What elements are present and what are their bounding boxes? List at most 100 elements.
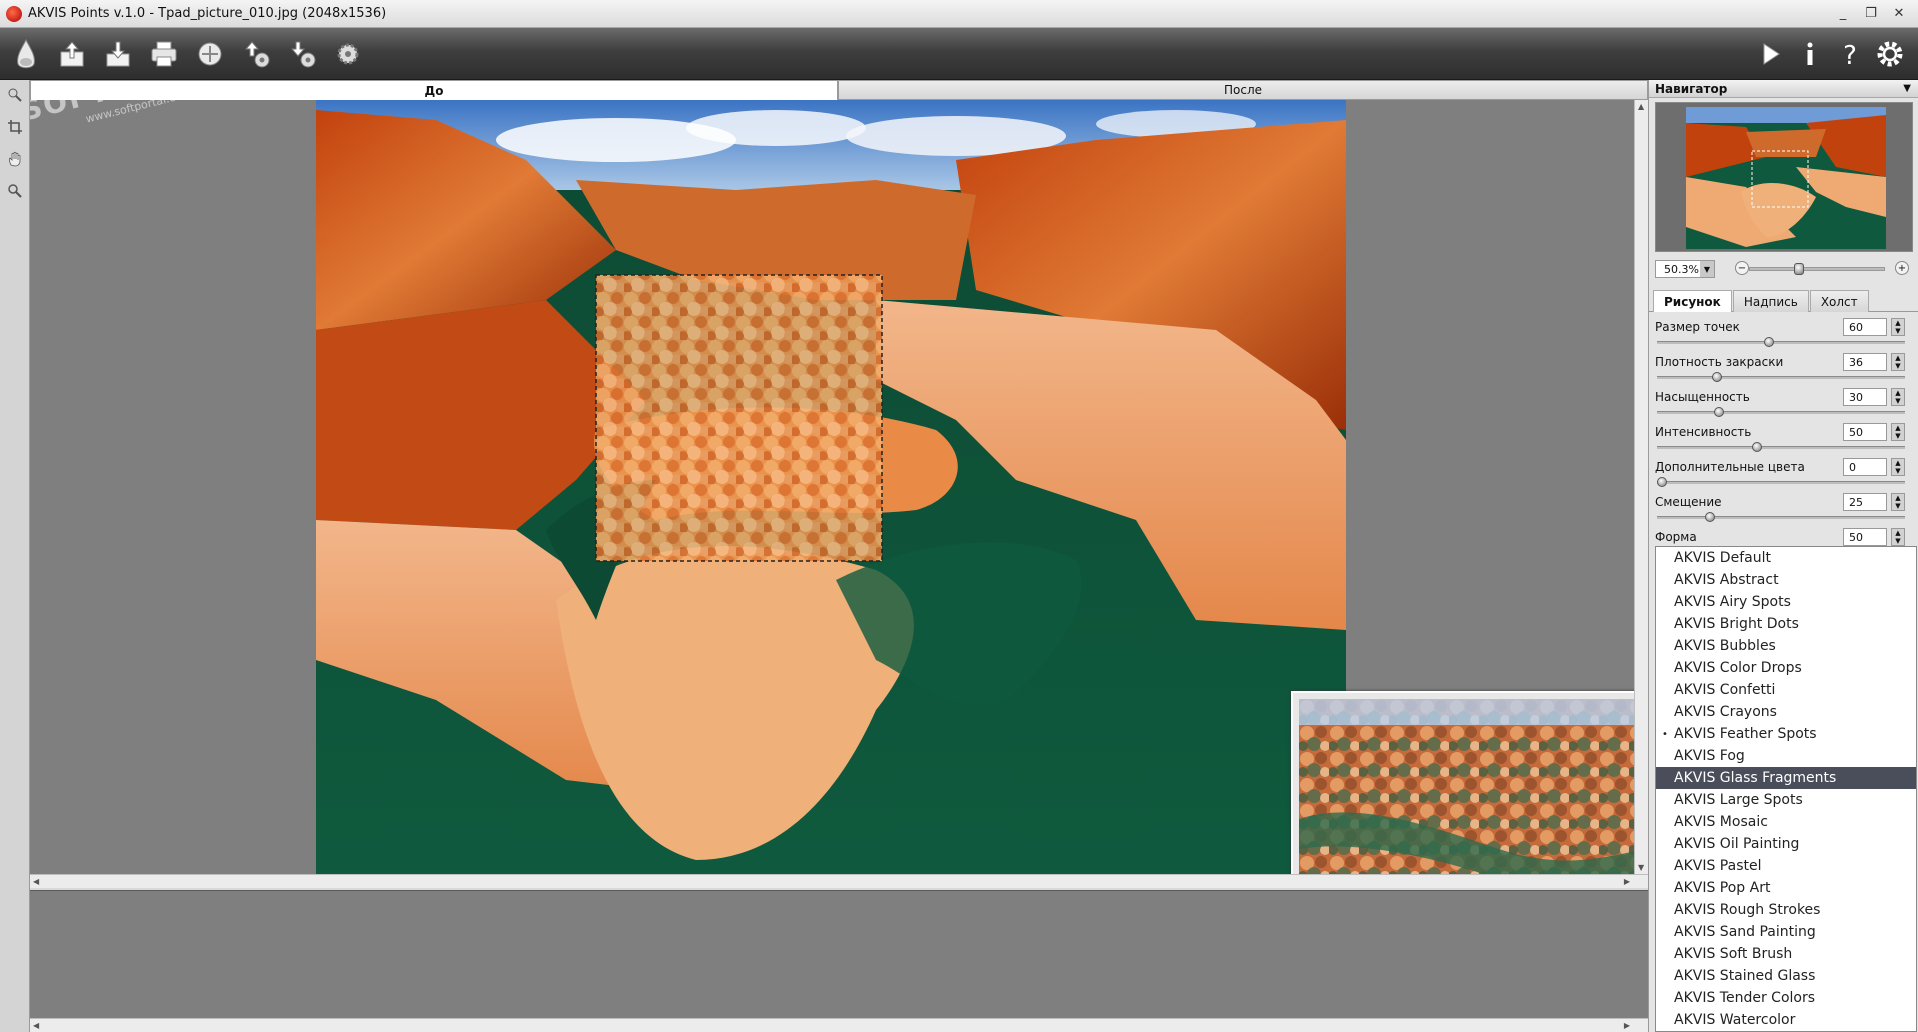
tab-picture[interactable]: Рисунок — [1653, 290, 1732, 312]
bottom-panel — [30, 890, 1648, 1018]
zoom-out-button[interactable]: − — [1735, 261, 1749, 275]
maximize-button[interactable]: ❐ — [1860, 3, 1882, 23]
param-slider[interactable] — [1657, 376, 1905, 379]
image-canvas[interactable]: SOFTPORTAL www.softportal.com — [30, 100, 1634, 874]
preset-item[interactable]: AKVIS Sand Painting — [1656, 921, 1916, 943]
preset-item[interactable]: AKVIS Abstract — [1656, 569, 1916, 591]
preset-item[interactable]: AKVIS Large Spots — [1656, 789, 1916, 811]
preset-item[interactable]: AKVIS Rough Strokes — [1656, 899, 1916, 921]
zoom-in-button[interactable]: + — [1895, 261, 1909, 275]
preset-item[interactable]: AKVIS Tender Colors — [1656, 987, 1916, 1009]
open-icon[interactable] — [54, 36, 90, 72]
param-value-input[interactable]: 36 — [1843, 353, 1887, 371]
hand-tool-icon[interactable] — [4, 148, 26, 170]
preset-item[interactable]: AKVIS Color Drops — [1656, 657, 1916, 679]
preset-item[interactable]: AKVIS Airy Spots — [1656, 591, 1916, 613]
preferences-icon[interactable] — [1872, 36, 1908, 72]
zoom-slider-thumb[interactable] — [1794, 263, 1804, 275]
canvas-horizontal-scrollbar[interactable]: ◀ ▶ — [30, 874, 1648, 888]
close-button[interactable]: ✕ — [1888, 3, 1910, 23]
param-spinner[interactable]: ▲ ▼ — [1891, 493, 1905, 511]
param-label: Интенсивность — [1655, 425, 1752, 439]
param-slider-thumb[interactable] — [1657, 477, 1667, 487]
param-slider-thumb[interactable] — [1704, 512, 1715, 522]
preset-item[interactable]: AKVIS Fog — [1656, 745, 1916, 767]
settings-panel: Навигатор ▼ 50.3% ▼ − + Рисунок Надпись — [1648, 80, 1918, 1032]
param-slider-thumb[interactable] — [1764, 337, 1775, 347]
tab-canvas[interactable]: Холст — [1809, 290, 1869, 312]
zoom-slider[interactable] — [1749, 263, 1885, 275]
preset-label: AKVIS Abstract — [1674, 572, 1779, 588]
preset-item[interactable]: AKVIS Glass Fragments — [1656, 767, 1916, 789]
preview-window[interactable] — [1291, 691, 1634, 874]
help-icon[interactable]: ? — [1832, 36, 1868, 72]
param-value-input[interactable]: 50 — [1843, 423, 1887, 441]
title-bar: AKVIS Points v.1.0 - Tpad_picture_010.jp… — [0, 0, 1918, 28]
preset-item[interactable]: AKVIS Default — [1656, 547, 1916, 569]
param-slider[interactable] — [1657, 411, 1905, 414]
param-slider[interactable] — [1657, 481, 1905, 484]
param-value-input[interactable]: 30 — [1843, 388, 1887, 406]
preset-item[interactable]: AKVIS Pop Art — [1656, 877, 1916, 899]
info-icon[interactable] — [1792, 36, 1828, 72]
param-spinner[interactable]: ▲ ▼ — [1891, 353, 1905, 371]
share-icon[interactable] — [192, 36, 228, 72]
param-spinner[interactable]: ▲ ▼ — [1891, 458, 1905, 476]
zoom-tool-icon[interactable] — [4, 180, 26, 202]
param-label: Размер точек — [1655, 320, 1740, 334]
run-icon[interactable] — [1752, 36, 1788, 72]
preset-item[interactable]: AKVIS Stained Glass — [1656, 965, 1916, 987]
preset-item[interactable]: AKVIS Soft Brush — [1656, 943, 1916, 965]
preset-item[interactable]: AKVIS Confetti — [1656, 679, 1916, 701]
preset-label: AKVIS Oil Painting — [1674, 836, 1800, 852]
print-icon[interactable] — [146, 36, 182, 72]
preset-dropdown-list[interactable]: AKVIS Default AKVIS Abstract AKVIS Airy Sp… — [1655, 546, 1917, 1032]
navigator-header[interactable]: Навигатор ▼ — [1649, 80, 1918, 98]
navigator-preview[interactable] — [1655, 102, 1913, 252]
minimize-button[interactable]: _ — [1832, 3, 1854, 23]
param-spinner[interactable]: ▲ ▼ — [1891, 528, 1905, 546]
param-slider[interactable] — [1657, 341, 1905, 344]
preset-item[interactable]: AKVIS Watercolor — [1656, 1009, 1916, 1031]
settings-batch-icon[interactable] — [330, 36, 366, 72]
param-value-input[interactable]: 60 — [1843, 318, 1887, 336]
param-value-input[interactable]: 25 — [1843, 493, 1887, 511]
import-presets-icon[interactable] — [238, 36, 274, 72]
param-spinner[interactable]: ▲ ▼ — [1891, 388, 1905, 406]
preset-item[interactable]: • AKVIS Feather Spots — [1656, 723, 1916, 745]
param-value-input[interactable]: 0 — [1843, 458, 1887, 476]
param-spinner[interactable]: ▲ ▼ — [1891, 423, 1905, 441]
preset-item[interactable]: AKVIS Mosaic — [1656, 811, 1916, 833]
app-logo-icon — [6, 5, 22, 22]
param-slider-thumb[interactable] — [1714, 407, 1725, 417]
export-presets-icon[interactable] — [284, 36, 320, 72]
brush-tool-icon[interactable] — [4, 84, 26, 106]
tab-text[interactable]: Надпись — [1732, 290, 1809, 312]
navigator-thumbnail[interactable] — [1686, 107, 1886, 249]
preset-item[interactable]: AKVIS Bubbles — [1656, 635, 1916, 657]
param-value-input[interactable]: 50 — [1843, 528, 1887, 546]
zoom-select[interactable]: 50.3% ▼ — [1655, 260, 1715, 278]
preset-item[interactable]: AKVIS Crayons — [1656, 701, 1916, 723]
bottom-horizontal-scrollbar[interactable]: ◀ ▶ — [30, 1018, 1648, 1032]
preset-item[interactable]: AKVIS Bright Dots — [1656, 613, 1916, 635]
canvas-vertical-scrollbar[interactable]: ▲ ▼ — [1634, 100, 1648, 874]
source-photo — [316, 100, 1346, 874]
param-slider-thumb[interactable] — [1752, 442, 1763, 452]
tab-before[interactable]: До — [30, 80, 838, 100]
save-icon[interactable] — [100, 36, 136, 72]
parameter-list: Размер точек 60 ▲ ▼ Плотность закраски 36… — [1649, 316, 1918, 561]
preset-label: AKVIS Large Spots — [1674, 792, 1803, 808]
param-slider[interactable] — [1657, 446, 1905, 449]
param-slider-thumb[interactable] — [1711, 372, 1722, 382]
crop-tool-icon[interactable] — [4, 116, 26, 138]
param-spinner[interactable]: ▲ ▼ — [1891, 318, 1905, 336]
preset-item[interactable]: AKVIS Pastel — [1656, 855, 1916, 877]
tab-after[interactable]: После — [838, 80, 1648, 100]
chevron-down-icon[interactable]: ▼ — [1903, 83, 1911, 94]
param-slider[interactable] — [1657, 516, 1905, 519]
preset-label: AKVIS Fog — [1674, 748, 1745, 764]
chevron-down-icon[interactable]: ▼ — [1700, 261, 1714, 277]
preset-label: AKVIS Crayons — [1674, 704, 1777, 720]
preset-item[interactable]: AKVIS Oil Painting — [1656, 833, 1916, 855]
